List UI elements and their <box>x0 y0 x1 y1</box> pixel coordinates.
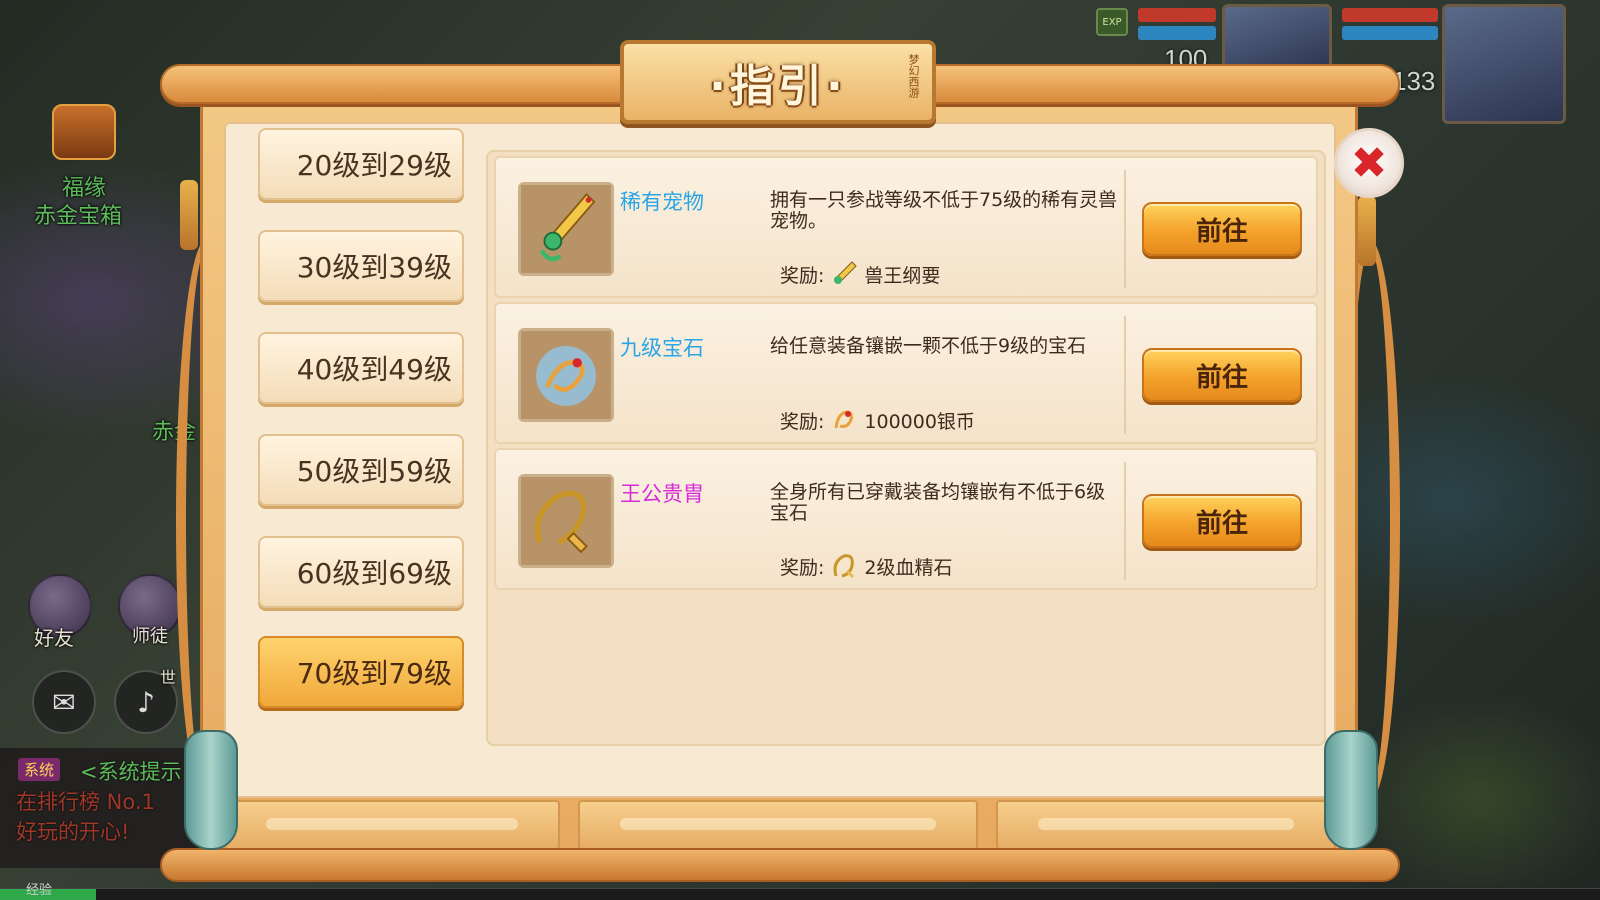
level-tab-30-39[interactable]: 30级到39级 <box>258 230 464 302</box>
go-button-label: 前往 <box>1195 362 1248 393</box>
mentor-label: 师徒 <box>132 626 168 647</box>
experience-bar <box>0 888 1600 900</box>
jade-sword-icon <box>518 182 614 276</box>
level-tab-label: 40级到49级 <box>296 353 452 386</box>
chat-bubble-icon[interactable]: ✉ <box>32 670 96 734</box>
level-tab-60-69[interactable]: 60级到69级 <box>258 536 464 608</box>
level-tab-label: 70级到79级 <box>296 657 452 690</box>
gold-whip-icon <box>518 474 614 568</box>
reward-label: 奖励: <box>780 264 825 287</box>
level-tab-label: 30级到39级 <box>296 251 452 284</box>
level-tab-label: 60级到69级 <box>296 557 452 590</box>
level-tab-label: 50级到59级 <box>296 455 452 488</box>
dialog-title-plaque: ·指引· 梦幻西游 <box>620 40 936 124</box>
gem-charm-icon <box>518 328 614 422</box>
experience-label: 经验 <box>26 883 53 898</box>
treasure-chest-icon[interactable] <box>52 104 116 160</box>
pet-hp-bar <box>1342 8 1438 22</box>
system-log-line-2: 在排行榜 No.1 <box>16 790 155 814</box>
system-log-line-3: 好玩的开心! <box>16 820 130 844</box>
go-button-noble-gear[interactable]: 前往 <box>1142 494 1302 548</box>
level-tab-50-59[interactable]: 50级到59级 <box>258 434 464 506</box>
quest-name: 稀有宠物 <box>620 190 704 214</box>
system-tag: 系统 <box>18 758 61 781</box>
quest-description: 给任意装备镶嵌一颗不低于9级的宝石 <box>770 335 1087 357</box>
title-seal-stamp: 梦幻西游 <box>907 54 920 98</box>
reward-text: 兽王纲要 <box>864 264 941 287</box>
quest-reward: 奖励: 100000银币 <box>780 406 975 434</box>
footer-strip-right <box>996 800 1336 850</box>
level-tab-label: 20级到29级 <box>296 149 452 182</box>
row-divider <box>1124 462 1126 580</box>
quest-row-noble-gear: 王公贵胄 全身所有已穿戴装备均镶嵌有不低于6级宝石 奖励: 2级血精石 前往 <box>494 448 1318 590</box>
go-button-label: 前往 <box>1195 216 1248 247</box>
quest-name: 王公贵胄 <box>620 482 704 506</box>
right-vase-icon <box>1324 730 1378 850</box>
footer-strip-left <box>224 800 560 850</box>
reward-text: 100000银币 <box>864 410 975 433</box>
reward-label: 奖励: <box>780 410 825 433</box>
close-button[interactable]: ✖ <box>1334 128 1404 198</box>
player-hp-bar <box>1138 8 1216 22</box>
blood-stone-icon <box>833 554 855 578</box>
friends-label: 好友 <box>34 626 74 650</box>
quest-name: 九级宝石 <box>620 336 704 360</box>
system-log-line-1: <系统提示 <box>80 760 182 784</box>
pet-mp-bar <box>1342 26 1438 40</box>
quest-description: 全身所有已穿戴装备均镶嵌有不低于6级宝石 <box>770 481 1106 524</box>
go-button-rare-pet[interactable]: 前往 <box>1142 202 1302 256</box>
quest-description: 拥有一只参战等级不低于75级的稀有灵兽宠物。 <box>770 189 1118 232</box>
world-channel-label: 世 <box>160 668 177 687</box>
row-divider <box>1124 170 1126 288</box>
level-tab-20-29[interactable]: 20级到29级 <box>258 128 464 200</box>
player-avatar[interactable] <box>1442 4 1566 124</box>
player-mp-bar <box>1138 26 1216 40</box>
level-tab-40-49[interactable]: 40级到49级 <box>258 332 464 404</box>
go-button-level9-gem[interactable]: 前往 <box>1142 348 1302 402</box>
footer-strip-middle <box>578 800 978 850</box>
dialog-title: ·指引· <box>709 61 847 112</box>
quest-row-rare-pet: 稀有宠物 拥有一只参战等级不低于75级的稀有灵兽宠物。 奖励: 兽王纲要 前往 <box>494 156 1318 298</box>
quest-row-level9-gem: 九级宝石 给任意装备镶嵌一颗不低于9级的宝石 奖励: 100000银币 前往 <box>494 302 1318 444</box>
row-divider <box>1124 316 1126 434</box>
sword-reward-icon <box>834 261 858 284</box>
quest-reward: 奖励: 兽王纲要 <box>780 260 940 288</box>
exp-badge: EXP <box>1096 8 1128 36</box>
scroll-bottom-rod <box>160 848 1400 882</box>
right-tassel-icon <box>1358 196 1376 266</box>
left-vase-icon <box>184 730 238 850</box>
silver-coin-icon <box>834 410 854 429</box>
chest-subtitle: 赤金宝箱 <box>34 204 123 229</box>
quest-reward: 奖励: 2级血精石 <box>780 552 953 580</box>
level-tab-70-79[interactable]: 70级到79级 <box>258 636 464 708</box>
reward-text: 2级血精石 <box>864 556 953 579</box>
go-button-label: 前往 <box>1195 508 1248 539</box>
reward-label: 奖励: <box>780 556 825 579</box>
left-tassel-icon <box>180 180 198 250</box>
close-icon: ✖ <box>1350 137 1388 189</box>
